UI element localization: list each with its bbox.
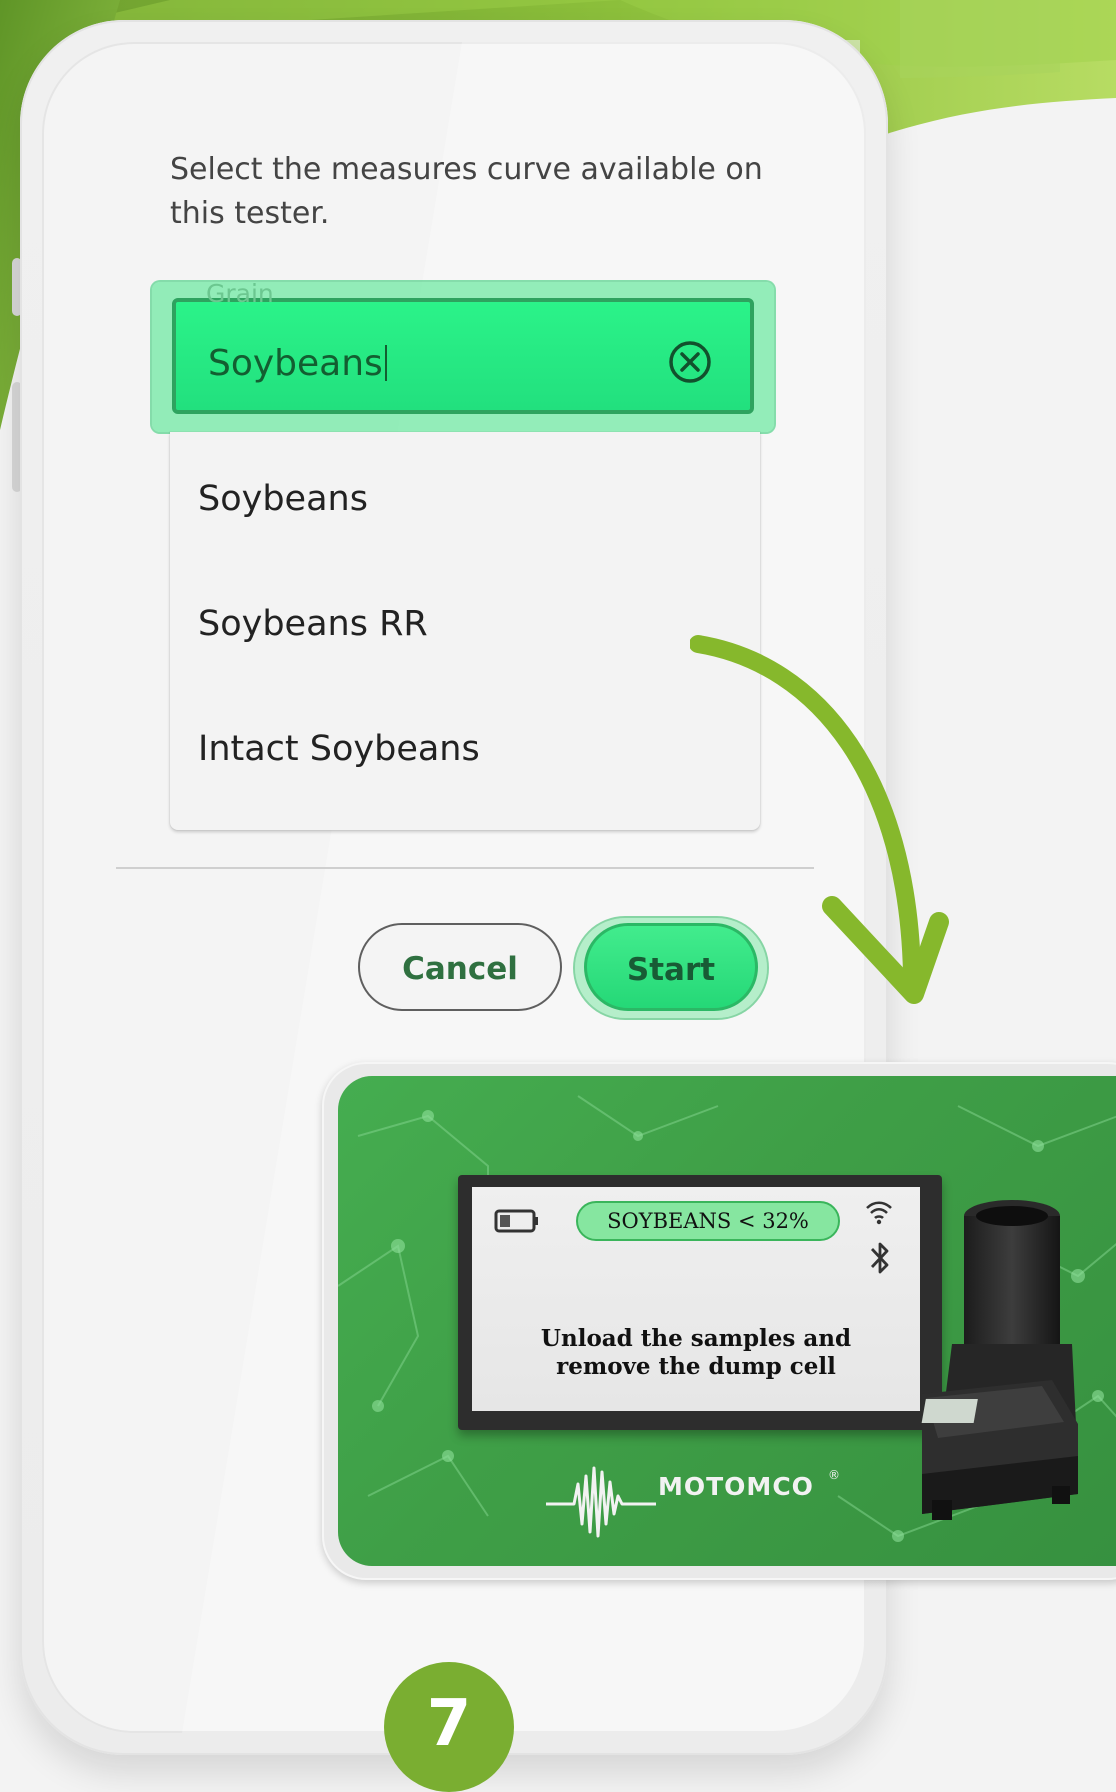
device-preview-image: SOYBEANS < 32% Unload the samples and re… bbox=[338, 1076, 1116, 1566]
dropdown-option[interactable]: Soybeans bbox=[198, 479, 368, 519]
grain-field-value[interactable]: Soybeans bbox=[208, 344, 387, 384]
waveform-icon bbox=[546, 1466, 656, 1538]
bluetooth-icon bbox=[870, 1242, 889, 1274]
step-number-badge: 7 bbox=[384, 1662, 514, 1792]
curved-arrow-icon bbox=[690, 635, 949, 1004]
motomco-logo: MOTOMCO ® bbox=[544, 1454, 840, 1538]
dialog-instruction: Select the measures curve available on t… bbox=[170, 152, 763, 231]
registered-mark: ® bbox=[828, 1468, 840, 1482]
grain-field-label: Grain bbox=[206, 279, 274, 308]
dropdown-option[interactable]: Intact Soybeans bbox=[198, 729, 480, 769]
dropdown-option[interactable]: Soybeans RR bbox=[198, 604, 428, 644]
cancel-button[interactable]: Cancel bbox=[358, 923, 562, 1011]
moisture-meter-device-image bbox=[921, 1200, 1078, 1520]
brand-name: MOTOMCO bbox=[658, 1472, 814, 1501]
grain-field-focus-ring: Soybeans Grain bbox=[152, 279, 774, 580]
battery-icon bbox=[494, 1209, 538, 1233]
device-display: SOYBEANS < 32% Unload the samples and re… bbox=[472, 1187, 920, 1411]
device-message: Unload the samples and remove the dump c… bbox=[540, 1325, 852, 1380]
measure-curve-label: SOYBEANS < 32% bbox=[576, 1201, 840, 1241]
grain-options-dropdown: Soybeans Soybeans RR Intact Soybeans bbox=[170, 432, 760, 830]
clear-circle-x-icon[interactable] bbox=[668, 340, 712, 384]
text-caret bbox=[384, 345, 387, 381]
wifi-icon bbox=[866, 1201, 892, 1225]
device-display-frame: SOYBEANS < 32% Unload the samples and re… bbox=[458, 1175, 942, 1430]
device-preview-card: SOYBEANS < 32% Unload the samples and re… bbox=[322, 1062, 1116, 1580]
grain-combobox[interactable]: Soybeans bbox=[172, 298, 754, 414]
